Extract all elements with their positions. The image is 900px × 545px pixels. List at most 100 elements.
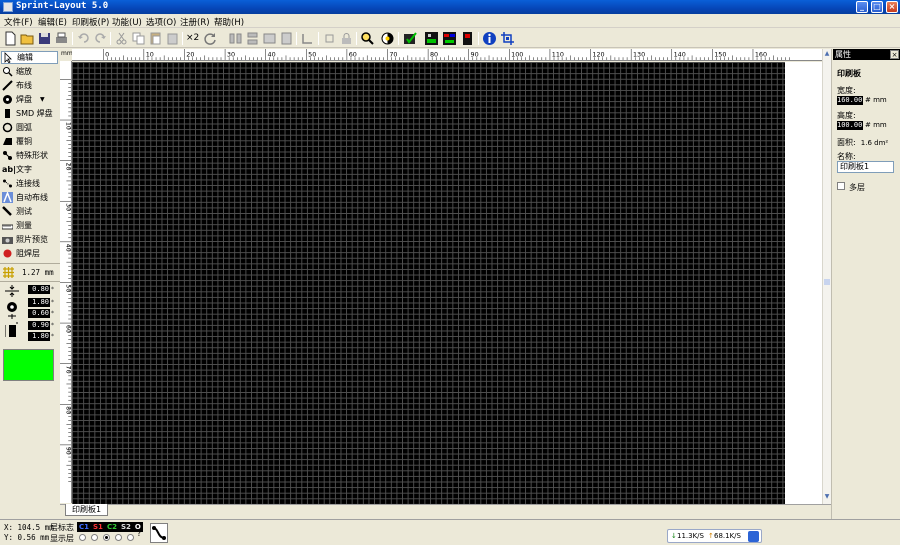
tool-edit[interactable]: 编辑 xyxy=(1,51,58,64)
mirror-v-icon[interactable] xyxy=(245,31,260,46)
tool-copper-fill[interactable]: 覆铜 xyxy=(1,135,58,148)
menu-file[interactable]: 文件(F) xyxy=(4,16,33,28)
cut-icon[interactable] xyxy=(114,31,129,46)
snap-icon[interactable] xyxy=(322,31,337,46)
tool-test[interactable]: 测试 xyxy=(1,205,58,218)
layer-s1[interactable]: S1 xyxy=(91,522,105,532)
properties-panel: 属性 × 印刷板 宽度: 160.00 # mm 高度: 100.00 # mm… xyxy=(831,49,900,519)
layer-color-swatch[interactable] xyxy=(3,349,54,381)
help-icon[interactable]: ? xyxy=(137,529,141,538)
width-input[interactable]: 160.00 xyxy=(837,96,863,105)
left-ruler-label: 70 xyxy=(64,366,72,374)
canvas-area[interactable] xyxy=(72,62,822,504)
grid-icon[interactable] xyxy=(3,267,14,278)
print-icon[interactable] xyxy=(54,31,69,46)
height-input[interactable]: 100.00 xyxy=(837,121,863,130)
layer-multi-icon[interactable] xyxy=(442,31,457,46)
lock-icon[interactable] xyxy=(339,31,354,46)
scroll-down-icon[interactable]: ▼ xyxy=(823,493,831,502)
layer-radio-c1[interactable] xyxy=(79,534,86,541)
layer-radio-s2[interactable] xyxy=(115,534,122,541)
info-icon[interactable] xyxy=(482,31,497,46)
maximize-button[interactable]: □ xyxy=(871,1,883,13)
toolbar: ×2 xyxy=(0,29,900,48)
tool-circle[interactable]: 圆弧 xyxy=(1,121,58,134)
network-speed-tray: ↓ 11.3K/S ↑ 68.1K/S xyxy=(667,529,762,543)
contrast-icon[interactable] xyxy=(380,31,395,46)
tool-track[interactable]: 布线 xyxy=(1,79,58,92)
tool-zoom[interactable]: 缩放 xyxy=(1,65,58,78)
redo-icon[interactable] xyxy=(93,31,108,46)
pad-outer-input[interactable]: 1.80 xyxy=(28,298,50,307)
tool-photo-preview[interactable]: 照片预览 xyxy=(1,233,58,246)
properties-section: 印刷板 xyxy=(837,69,861,78)
smd-height-input[interactable]: 1.80 xyxy=(28,332,50,341)
top-ruler-label: 160 xyxy=(755,50,767,58)
align-icon[interactable] xyxy=(262,31,277,46)
group-icon[interactable] xyxy=(279,31,294,46)
layer-c2[interactable]: C2 xyxy=(105,522,119,532)
switch-view-button[interactable] xyxy=(150,523,168,543)
connection-icon xyxy=(3,179,12,188)
drc-icon[interactable] xyxy=(403,31,418,46)
top-ruler-label: 130 xyxy=(633,50,645,58)
height-label: 高度: xyxy=(837,111,856,120)
multiply-button[interactable]: ×2 xyxy=(186,31,201,46)
rotate-icon[interactable] xyxy=(203,31,218,46)
scroll-up-icon[interactable]: ▲ xyxy=(823,50,831,59)
menu-register[interactable]: 注册(R) xyxy=(180,16,210,28)
component-icon[interactable] xyxy=(460,31,475,46)
copy-icon[interactable] xyxy=(131,31,146,46)
tray-app-icon[interactable] xyxy=(748,531,759,542)
tool-smd-pad[interactable]: SMD 焊盘 xyxy=(1,107,58,120)
layer-radio-o[interactable] xyxy=(127,534,134,541)
menu-board[interactable]: 印刷板(P) xyxy=(72,16,109,28)
undo-icon[interactable] xyxy=(76,31,91,46)
top-ruler-label: 50 xyxy=(308,50,316,58)
layer-green-icon[interactable] xyxy=(424,31,439,46)
tool-solder-mask[interactable]: 阻焊层 xyxy=(1,247,58,260)
top-ruler-label: 90 xyxy=(471,50,479,58)
delete-icon[interactable] xyxy=(165,31,180,46)
pad-dropdown-icon[interactable]: ▼ xyxy=(40,96,45,103)
layer-c1[interactable]: C1 xyxy=(77,522,91,532)
tool-connection[interactable]: 连接线 xyxy=(1,177,58,190)
menu-function[interactable]: 功能(U) xyxy=(112,16,142,28)
multilayer-checkbox[interactable] xyxy=(837,182,845,190)
vertical-scrollbar[interactable]: ▲ ▼ xyxy=(822,49,831,504)
paste-icon[interactable] xyxy=(148,31,163,46)
tool-measure[interactable]: 测量 xyxy=(1,219,58,232)
ungroup-icon[interactable] xyxy=(300,31,315,46)
pad-inner-input[interactable]: 0.60 xyxy=(28,309,50,318)
left-ruler-label: 60 xyxy=(64,325,72,333)
multilayer-label: 多层 xyxy=(849,183,865,192)
save-icon[interactable] xyxy=(37,31,52,46)
open-folder-icon[interactable] xyxy=(20,31,35,46)
zoom-icon[interactable] xyxy=(360,31,375,46)
menu-options[interactable]: 选项(O) xyxy=(146,16,176,28)
track-width-input[interactable]: 0.80 xyxy=(28,285,50,294)
tool-autoroute[interactable]: 自动布线 xyxy=(1,191,58,204)
tool-pad[interactable]: 焊盘 ▼ xyxy=(1,93,58,106)
layer-radio-s1[interactable] xyxy=(91,534,98,541)
close-button[interactable]: × xyxy=(886,1,898,13)
layer-selector: C1 S1 C2 S2 O xyxy=(77,522,143,532)
minimize-button[interactable]: _ xyxy=(856,1,868,13)
pcb-board[interactable] xyxy=(72,62,785,504)
smd-width-input[interactable]: 0.90 xyxy=(28,321,50,330)
mirror-h-icon[interactable] xyxy=(228,31,243,46)
name-input[interactable]: 印刷板1 xyxy=(837,161,894,173)
layer-s2[interactable]: S2 xyxy=(119,522,133,532)
area-label: 面积: 1.6 dm² xyxy=(837,138,889,147)
scroll-thumb[interactable] xyxy=(824,279,830,285)
layer-radio-c2[interactable] xyxy=(103,534,110,541)
new-file-icon[interactable] xyxy=(3,31,18,46)
grid-value[interactable]: 1.27 mm xyxy=(22,268,54,277)
tool-special-shape[interactable]: 特殊形状 xyxy=(1,149,58,162)
menu-help[interactable]: 帮助(H) xyxy=(214,16,244,28)
menu-edit[interactable]: 编辑(E) xyxy=(38,16,67,28)
crosshair-icon[interactable] xyxy=(500,31,515,46)
board-tab[interactable]: 印刷板1 xyxy=(65,504,109,516)
tool-text[interactable]: ab| 文字 xyxy=(1,163,58,176)
properties-close-button[interactable]: × xyxy=(890,50,899,59)
